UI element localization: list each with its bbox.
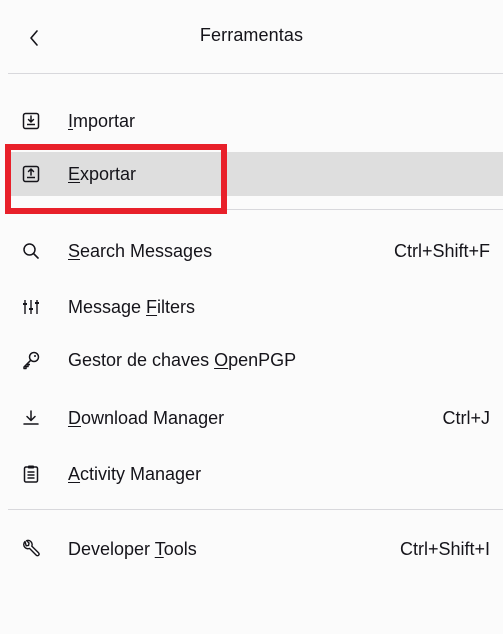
menu-item-import[interactable]: Importar [8,99,503,143]
separator [8,73,503,74]
menu-item-message-filters[interactable]: Message Filters [8,285,503,329]
menu-item-export[interactable]: Exportar [8,152,503,196]
menu-item-activity-manager[interactable]: Activity Manager [8,452,503,496]
panel-header: Ferramentas [0,0,503,72]
import-icon [20,110,42,132]
wrench-icon [20,538,42,560]
download-icon [20,407,42,429]
menu-item-search-messages[interactable]: Search Messages Ctrl+Shift+F [8,229,503,273]
key-icon [20,349,42,371]
menu-item-developer-tools[interactable]: Developer Tools Ctrl+Shift+I [8,527,503,571]
access-key: D [68,408,81,428]
filters-icon [20,296,42,318]
access-key: E [68,164,81,184]
menu-item-shortcut: Ctrl+J [442,408,490,428]
menu-item-openpgp-key-manager[interactable]: Gestor de chaves OpenPGP [8,338,503,382]
access-key: T [154,539,164,559]
access-key: S [68,241,81,261]
access-key: O [214,350,229,370]
separator [8,209,503,210]
separator [8,509,503,510]
tools-menu-panel: Ferramentas Importar Exportar Search Mes… [0,0,503,634]
access-key: A [68,464,81,484]
menu-item-label: Gestor de chaves OpenPGP [68,350,297,370]
menu-item-label: Message Filters [68,297,196,317]
menu-item-label: Developer Tools [68,539,197,559]
export-icon [20,163,42,185]
panel-title: Ferramentas [199,25,304,45]
menu-item-shortcut: Ctrl+Shift+I [399,539,490,559]
access-key: F [146,297,158,317]
menu-item-label: Search Messages [68,241,213,261]
menu-item-label: Download Manager [68,408,225,428]
menu-item-label: Activity Manager [68,464,202,484]
menu-item-shortcut: Ctrl+Shift+F [393,241,490,261]
search-icon [20,240,42,262]
menu-item-label: Exportar [68,164,137,184]
menu-item-label: Importar [68,111,136,131]
activity-icon [20,463,42,485]
menu-item-download-manager[interactable]: Download Manager Ctrl+J [8,396,503,440]
